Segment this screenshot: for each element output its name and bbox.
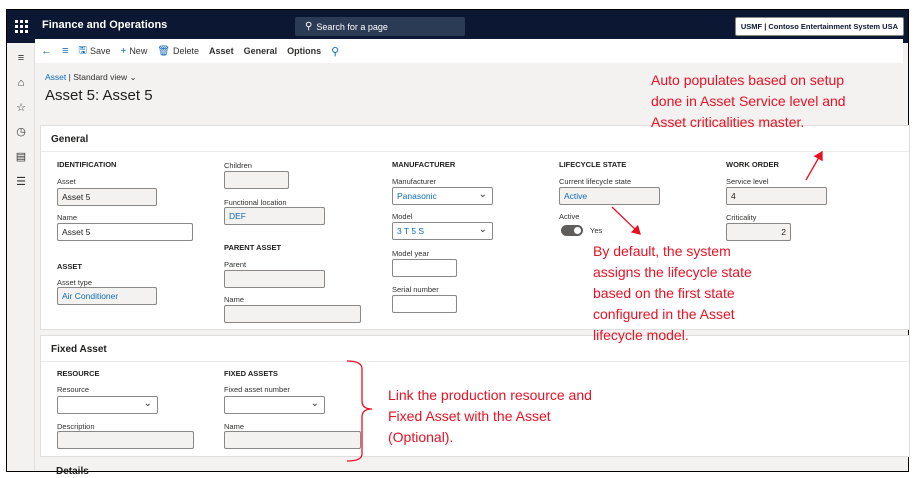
fixed-asset-number-label: Fixed asset number: [224, 385, 290, 394]
manufacturer-label: Manufacturer: [392, 177, 437, 186]
resource-group-title: RESOURCE: [57, 369, 100, 378]
lifecycle-state-group-title: LIFECYCLE STATE: [559, 160, 627, 169]
star-icon[interactable]: ☆: [14, 100, 28, 114]
parent-name-label: Name: [224, 295, 245, 304]
chevron-down-icon: ⌄: [129, 72, 137, 82]
asset-type-field[interactable]: Air Conditioner: [57, 287, 157, 305]
tab-general[interactable]: General: [244, 46, 278, 56]
active-toggle-value: Yes: [590, 226, 603, 235]
trash-icon: 🗑: [157, 45, 171, 57]
service-level-label: Service level: [726, 177, 769, 186]
criticality-label: Criticality: [726, 213, 757, 222]
work-order-group-title: WORK ORDER: [726, 160, 779, 169]
tab-options[interactable]: Options: [287, 46, 321, 56]
resource-label: Resource: [57, 385, 90, 394]
functional-location-field[interactable]: DEF: [224, 207, 325, 225]
resource-dropdown[interactable]: ⌄: [57, 396, 158, 414]
manufacturer-group-title: MANUFACTURER: [392, 160, 456, 169]
fixed-assets-group-title: FIXED ASSETS: [224, 369, 278, 378]
identification-group-title: IDENTIFICATION: [57, 160, 117, 169]
serial-number-field[interactable]: [392, 295, 457, 313]
parent-field[interactable]: [224, 270, 325, 288]
chevron-down-icon: ⌄: [143, 398, 152, 409]
menu-icon[interactable]: ≡: [14, 51, 28, 65]
active-toggle[interactable]: [561, 225, 583, 236]
home-icon[interactable]: ⌂: [14, 76, 28, 90]
asset-id-label: Asset: [57, 177, 76, 186]
children-field[interactable]: [224, 171, 289, 189]
work-order-annotation: Auto populates based on setup done in As…: [651, 72, 846, 130]
app-launcher-icon[interactable]: [7, 10, 35, 43]
criticality-field[interactable]: 2: [726, 223, 791, 241]
back-icon[interactable]: ←: [41, 45, 52, 57]
parent-asset-group-title: PARENT ASSET: [224, 243, 282, 252]
lifecycle-annotation: By default, the system assigns the lifec…: [593, 243, 752, 343]
parent-name-field[interactable]: [224, 305, 361, 323]
model-year-label: Model year: [392, 249, 430, 258]
current-lifecycle-state-field[interactable]: Active: [559, 187, 660, 205]
company-picker[interactable]: USMF | Contoso Entertainment System USA: [734, 17, 904, 36]
manufacturer-dropdown[interactable]: Panasonic ⌄: [392, 187, 493, 205]
children-label: Children: [224, 161, 252, 170]
chevron-down-icon: ⌄: [478, 189, 487, 200]
search-icon: ⚲: [305, 21, 313, 32]
app-title: Finance and Operations: [42, 19, 168, 31]
fixed-asset-name-label: Name: [224, 422, 245, 431]
plus-icon: +: [120, 45, 127, 57]
find-icon[interactable]: ⚲: [331, 45, 339, 58]
view-selector[interactable]: Standard view ⌄: [73, 72, 136, 82]
chevron-down-icon: ⌄: [310, 398, 319, 409]
tab-asset[interactable]: Asset: [209, 46, 234, 56]
asset-group-title: ASSET: [57, 262, 83, 271]
model-label: Model: [392, 212, 413, 221]
save-button[interactable]: 🖫 Save: [78, 43, 110, 60]
asset-id-field[interactable]: Asset 5: [57, 188, 157, 206]
list-icon[interactable]: ☰: [14, 174, 28, 188]
page-title: Asset 5: Asset 5: [45, 87, 153, 104]
functional-location-label: Functional location: [224, 198, 287, 207]
fixed-asset-fasttab-header[interactable]: Fixed Asset: [41, 336, 909, 362]
description-label: Description: [57, 422, 95, 431]
fixed-asset-number-dropdown[interactable]: ⌄: [224, 396, 325, 414]
workspace-icon[interactable]: ▤: [14, 149, 28, 163]
asset-name-label: Name: [57, 213, 78, 222]
action-pane: ← ≡ 🖫 Save + New 🗑 Delete Asset General Opt…: [35, 39, 903, 63]
service-level-field[interactable]: 4: [726, 187, 827, 205]
delete-button[interactable]: 🗑 Delete: [157, 46, 199, 57]
left-navigation-rail: ≡ ⌂ ☆ ◷ ▤ ☰: [7, 43, 35, 471]
breadcrumb: Asset | Standard view ⌄: [45, 72, 137, 83]
search-input[interactable]: ⚲ Search for a page: [295, 17, 465, 36]
clock-icon[interactable]: ◷: [14, 124, 28, 138]
fixed-asset-name-field[interactable]: [224, 431, 361, 449]
details-fasttab-header[interactable]: Details: [56, 466, 89, 477]
breadcrumb-separator: |: [68, 72, 71, 82]
description-field[interactable]: [57, 431, 194, 449]
save-icon: 🖫: [78, 44, 87, 56]
parent-label: Parent: [224, 260, 247, 269]
current-lifecycle-state-label: Current lifecycle state: [559, 177, 632, 186]
chevron-down-icon: ⌄: [478, 224, 487, 235]
serial-number-label: Serial number: [392, 285, 439, 294]
page-options-icon[interactable]: ≡: [62, 45, 68, 57]
general-fasttab: General IDENTIFICATION Asset Asset 5 Nam…: [40, 125, 910, 330]
asset-type-label: Asset type: [57, 278, 93, 287]
model-year-field[interactable]: [392, 259, 457, 277]
new-button[interactable]: + New: [120, 46, 147, 57]
fixed-asset-annotation: Link the production resource and Fixed A…: [388, 387, 592, 445]
breadcrumb-asset-link[interactable]: Asset: [45, 72, 66, 82]
model-dropdown[interactable]: 3 T 5 S ⌄: [392, 222, 493, 240]
asset-name-field[interactable]: Asset 5: [57, 223, 193, 241]
search-placeholder: Search for a page: [316, 21, 388, 32]
active-label: Active: [559, 212, 580, 221]
